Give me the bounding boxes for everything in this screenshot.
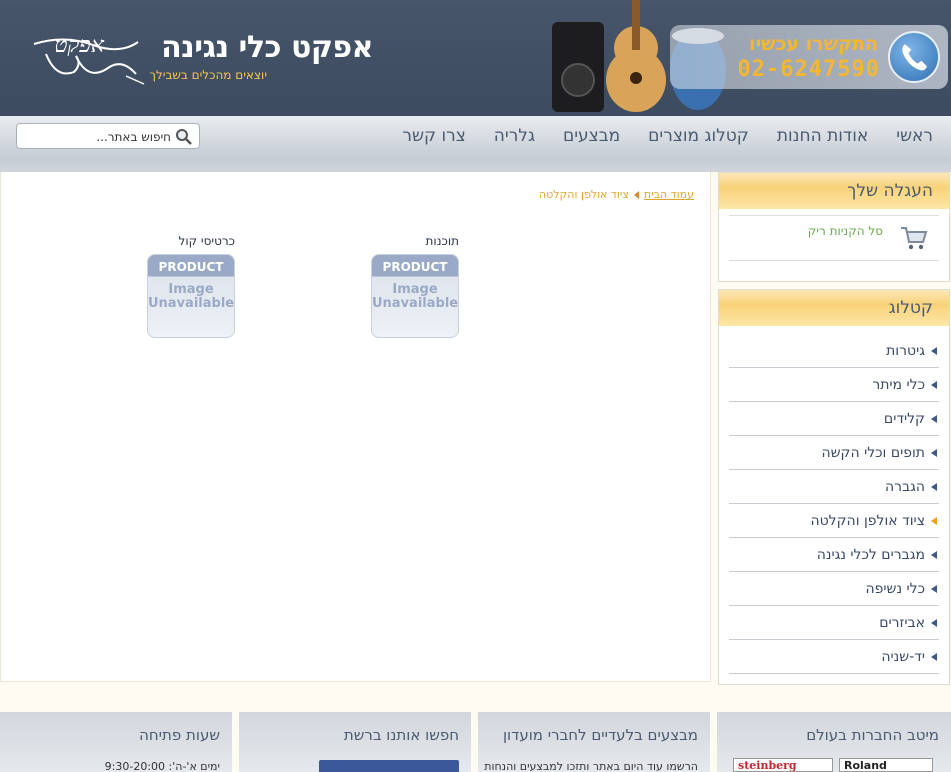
catalog-item-amplification[interactable]: הגברה	[729, 470, 939, 504]
breadcrumb: עמוד הבית ציוד אולפן והקלטה	[539, 188, 694, 201]
catalog-item-studio[interactable]: ציוד אולפן והקלטה	[729, 504, 939, 538]
footer-social: חפשו אותנו ברשת	[239, 712, 471, 772]
noimg-line2: Image	[168, 282, 214, 297]
arrow-left-icon	[931, 517, 937, 525]
arrow-left-icon	[931, 381, 937, 389]
brand-steinberg-text: steinberg	[738, 759, 797, 772]
catalog-item-label: גיטרות	[886, 342, 925, 359]
search-input[interactable]	[21, 128, 171, 146]
footer-hours-title: שעות פתיחה	[139, 726, 220, 744]
noimg-line3: Unavailable	[148, 296, 235, 311]
catalog-item-label: תופים וכלי הקשה	[821, 444, 925, 461]
nav-item-contact[interactable]: צרו קשר	[402, 126, 465, 146]
catalog-item-second-hand[interactable]: יד-שניה	[729, 640, 939, 674]
arrow-left-icon	[931, 551, 937, 559]
search-box	[16, 123, 200, 149]
cart-status-row[interactable]: סל הקניות ריק	[729, 215, 939, 261]
nav-item-sales[interactable]: מבצעים	[563, 126, 620, 146]
call-now-label: התקשרו עכשיו	[749, 33, 878, 55]
catalog-item-label: כלי נשיפה	[865, 580, 926, 597]
arrow-left-icon	[931, 653, 937, 661]
brand-roland-text: Roland	[844, 759, 887, 772]
footer-hours: שעות פתיחה ימים א'-ה': 9:30-20:00	[0, 712, 232, 772]
nav-list: ראשי אודות החנות קטלוג מוצרים מבצעים גלר…	[402, 126, 933, 146]
logo-text: אפקט	[54, 33, 105, 58]
catalog-item-label: אביזרים	[879, 614, 925, 631]
arrow-left-icon	[931, 449, 937, 457]
noimg-caption: Image Unavailable	[148, 283, 234, 311]
brand-logo-steinberg[interactable]: steinberg	[733, 758, 833, 772]
arrow-left-icon	[931, 619, 937, 627]
product-image-unavailable[interactable]: PRODUCT Image Unavailable	[371, 254, 459, 338]
product-image-unavailable[interactable]: PRODUCT Image Unavailable	[147, 254, 235, 338]
nav-item-gallery[interactable]: גלריה	[494, 126, 535, 146]
footer-social-title: חפשו אותנו ברשת	[343, 726, 459, 744]
site-header: אפקט אפקט כלי נגינה יוצאים מהכלים בשבילך…	[0, 0, 951, 116]
brand-logo-roland[interactable]: Roland	[839, 758, 933, 772]
site-footer: מיטב החברות בעולם steinberg Roland מבצעי…	[0, 712, 951, 772]
category-title[interactable]: תוכנות	[369, 234, 459, 248]
cart-header: העגלה שלך	[719, 173, 949, 209]
breadcrumb-arrow-icon	[633, 190, 639, 199]
catalog-box: קטלוג גיטרות כלי מיתר קלידים תופים וכלי …	[718, 289, 950, 685]
shopping-cart-icon	[901, 227, 928, 250]
catalog-title: קטלוג	[888, 298, 933, 318]
catalog-item-winds[interactable]: כלי נשיפה	[729, 572, 939, 606]
noimg-line2: Image	[392, 282, 438, 297]
catalog-item-keyboards[interactable]: קלידים	[729, 402, 939, 436]
noimg-line3: Unavailable	[372, 296, 459, 311]
noimg-caption: Image Unavailable	[372, 283, 458, 311]
main-content: עמוד הבית ציוד אולפן והקלטה תוכנות PRODU…	[0, 172, 711, 682]
catalog-item-label: כלי מיתר	[872, 376, 925, 393]
catalog-item-accessories[interactable]: אביזרים	[729, 606, 939, 640]
logo-script-icon[interactable]: אפקט	[26, 24, 146, 88]
cart-title: העגלה שלך	[847, 181, 933, 201]
catalog-item-drums[interactable]: תופים וכלי הקשה	[729, 436, 939, 470]
search-icon[interactable]	[175, 128, 193, 146]
nav-item-about[interactable]: אודות החנות	[777, 126, 868, 146]
site-slogan: יוצאים מהכלים בשבילך	[149, 68, 268, 82]
site-title[interactable]: אפקט כלי נגינה	[161, 30, 373, 65]
arrow-left-icon	[931, 483, 937, 491]
footer-brands-title: מיטב החברות בעולם	[806, 726, 939, 744]
catalog-item-guitars[interactable]: גיטרות	[729, 334, 939, 368]
category-card[interactable]: תוכנות PRODUCT Image Unavailable	[369, 234, 459, 338]
cart-box: העגלה שלך סל הקניות ריק	[718, 172, 950, 282]
phone-icon	[888, 31, 940, 83]
footer-club-title: מבצעים בלעדיים לחברי מועדון	[502, 726, 698, 744]
category-title[interactable]: כרטיסי קול	[145, 234, 235, 248]
catalog-item-label: הגברה	[884, 478, 925, 495]
nav-item-home[interactable]: ראשי	[896, 126, 933, 146]
footer-club-text: הרשמו עוד היום באתר ותזכו למבצעים והנחות	[484, 760, 698, 772]
noimg-line1: PRODUCT	[158, 260, 224, 274]
catalog-item-label: יד-שניה	[881, 648, 925, 665]
arrow-left-icon	[931, 415, 937, 423]
catalog-header: קטלוג	[719, 290, 949, 326]
noimg-line1: PRODUCT	[382, 260, 448, 274]
catalog-item-label: ציוד אולפן והקלטה	[810, 512, 925, 529]
footer-club: מבצעים בלעדיים לחברי מועדון הרשמו עוד הי…	[478, 712, 710, 772]
phone-number[interactable]: 02-6247590	[738, 57, 880, 82]
phone-contact-box[interactable]: התקשרו עכשיו 02-6247590	[670, 25, 948, 89]
catalog-item-label: מגברים לכלי נגינה	[816, 546, 925, 563]
footer-brands: מיטב החברות בעולם steinberg Roland	[717, 712, 951, 772]
breadcrumb-home-link[interactable]: עמוד הבית	[644, 188, 694, 201]
arrow-left-icon	[931, 585, 937, 593]
catalog-item-cases[interactable]: מגברים לכלי נגינה	[729, 538, 939, 572]
arrow-left-icon	[931, 347, 937, 355]
nav-item-catalog[interactable]: קטלוג מוצרים	[648, 126, 749, 146]
breadcrumb-current: ציוד אולפן והקלטה	[538, 188, 629, 201]
catalog-list: גיטרות כלי מיתר קלידים תופים וכלי הקשה ה…	[729, 334, 939, 674]
catalog-item-strings[interactable]: כלי מיתר	[729, 368, 939, 402]
footer-hours-text: ימים א'-ה': 9:30-20:00	[104, 760, 220, 772]
cart-empty-status: סל הקניות ריק	[807, 224, 883, 238]
facebook-widget[interactable]	[319, 760, 459, 772]
category-card[interactable]: כרטיסי קול PRODUCT Image Unavailable	[145, 234, 235, 338]
main-navigation: ראשי אודות החנות קטלוג מוצרים מבצעים גלר…	[0, 116, 951, 172]
catalog-item-label: קלידים	[883, 410, 925, 427]
